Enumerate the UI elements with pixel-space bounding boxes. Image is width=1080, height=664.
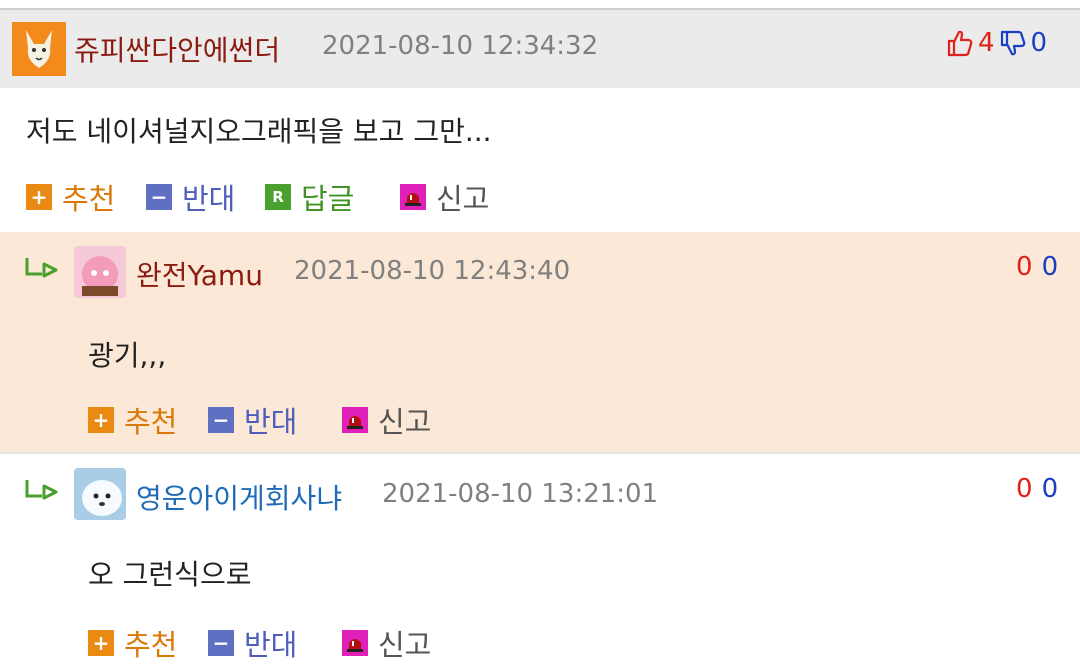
reply-button[interactable]: R 답글: [265, 176, 354, 218]
comment-divider: [0, 452, 1080, 454]
siren-icon: [342, 407, 368, 433]
reply-badge-icon: R: [265, 184, 291, 210]
dislike-count: 0: [1041, 252, 1059, 282]
comment-list: 쥬피싼다안에썬더 2021-08-10 12:34:32 4 0 저도 네이셔널…: [0, 0, 1080, 664]
vote-summary: 4 0: [946, 28, 1047, 58]
comment-text: 광기,,,: [88, 339, 167, 372]
reply-label: 답글: [301, 182, 355, 216]
vote-summary: 0 0: [1016, 474, 1058, 504]
oppose-label: 반대: [182, 182, 236, 216]
comment-datetime: 2021-08-10 12:34:32: [322, 31, 599, 61]
white-dog-avatar-icon[interactable]: [74, 468, 126, 520]
plus-icon: +: [88, 407, 114, 433]
report-button[interactable]: 신고: [400, 176, 489, 218]
minus-icon: −: [208, 407, 234, 433]
oppose-button[interactable]: − 반대: [208, 622, 297, 664]
report-label: 신고: [378, 628, 432, 662]
recommend-button[interactable]: + 추천: [88, 622, 177, 664]
fox-avatar-icon[interactable]: [12, 22, 66, 76]
like-count: 4: [978, 28, 995, 58]
recommend-button[interactable]: + 추천: [88, 399, 177, 441]
report-button[interactable]: 신고: [342, 399, 431, 441]
dislike-count: 0: [1030, 28, 1048, 58]
recommend-label: 추천: [124, 628, 178, 662]
thumbs-down-icon[interactable]: [999, 28, 1027, 58]
report-label: 신고: [378, 405, 432, 439]
siren-icon: [342, 630, 368, 656]
plus-icon: +: [26, 184, 52, 210]
like-count: 0: [1016, 252, 1033, 282]
vote-summary: 0 0: [1016, 252, 1058, 282]
recommend-label: 추천: [124, 405, 178, 439]
pink-character-avatar-icon[interactable]: [74, 246, 126, 298]
oppose-label: 반대: [244, 628, 298, 662]
recommend-button[interactable]: + 추천: [26, 176, 115, 218]
oppose-button[interactable]: − 반대: [146, 176, 235, 218]
comment-nickname[interactable]: 완전Yamu: [136, 254, 263, 294]
siren-icon: [400, 184, 426, 210]
plus-icon: +: [88, 630, 114, 656]
comment-nickname[interactable]: 영운아이게회사냐: [136, 477, 342, 517]
report-button[interactable]: 신고: [342, 622, 431, 664]
comment-datetime: 2021-08-10 12:43:40: [294, 256, 571, 286]
reply-arrow-icon: [24, 256, 62, 286]
comment-nickname[interactable]: 쥬피싼다안에썬더: [74, 29, 280, 69]
comment-text: 저도 네이셔널지오그래픽을 보고 그만...: [26, 115, 492, 148]
report-label: 신고: [436, 182, 490, 216]
thumbs-up-icon[interactable]: [946, 28, 974, 58]
reply-arrow-icon: [24, 478, 62, 508]
recommend-label: 추천: [62, 182, 116, 216]
oppose-label: 반대: [244, 405, 298, 439]
like-count: 0: [1016, 474, 1033, 504]
comment-text: 오 그런식으로: [88, 558, 252, 591]
oppose-button[interactable]: − 반대: [208, 399, 297, 441]
dislike-count: 0: [1041, 474, 1059, 504]
minus-icon: −: [146, 184, 172, 210]
comment-datetime: 2021-08-10 13:21:01: [382, 479, 659, 509]
minus-icon: −: [208, 630, 234, 656]
